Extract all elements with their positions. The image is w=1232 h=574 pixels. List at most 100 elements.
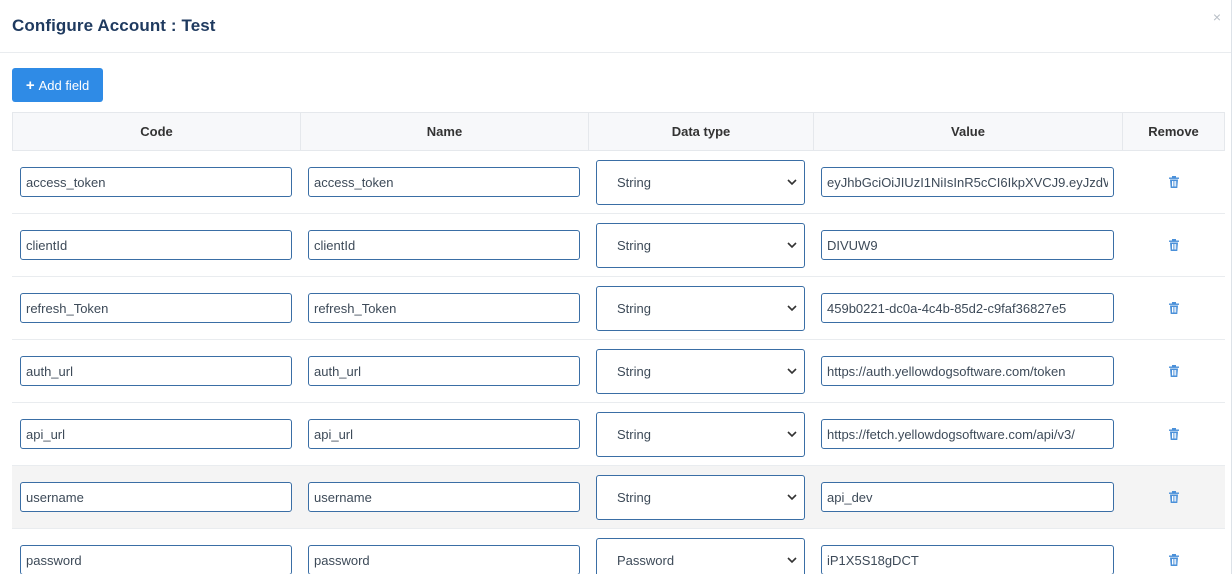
cell-code bbox=[12, 529, 300, 574]
trash-icon[interactable] bbox=[1167, 490, 1181, 504]
cell-name bbox=[300, 403, 588, 465]
code-input[interactable] bbox=[20, 356, 292, 386]
plus-icon: + bbox=[25, 76, 35, 94]
code-input[interactable] bbox=[20, 293, 292, 323]
cell-name bbox=[300, 340, 588, 402]
chevron-down-icon bbox=[787, 493, 797, 500]
cell-data-type: String bbox=[588, 403, 813, 465]
data-type-select[interactable]: Password bbox=[596, 537, 805, 574]
column-header-data-type: Data type bbox=[588, 113, 813, 150]
cell-remove bbox=[1122, 277, 1225, 339]
name-input[interactable] bbox=[308, 230, 580, 260]
chevron-down-icon bbox=[787, 556, 797, 563]
cell-code bbox=[12, 214, 300, 276]
cell-value bbox=[813, 277, 1122, 339]
code-input[interactable] bbox=[20, 167, 292, 197]
cell-value bbox=[813, 214, 1122, 276]
name-input[interactable] bbox=[308, 293, 580, 323]
cell-name bbox=[300, 466, 588, 528]
table-row: String bbox=[12, 214, 1225, 277]
table-row: Password bbox=[12, 529, 1225, 574]
column-header-name: Name bbox=[300, 113, 588, 150]
value-input[interactable] bbox=[821, 545, 1114, 574]
data-type-select[interactable]: String bbox=[596, 222, 805, 268]
trash-icon[interactable] bbox=[1167, 301, 1181, 315]
data-type-selected-value: String bbox=[617, 300, 651, 316]
fields-table: Code Name Data type Value Remove String bbox=[12, 112, 1225, 574]
table-row: String bbox=[12, 403, 1225, 466]
cell-value bbox=[813, 466, 1122, 528]
data-type-selected-value: String bbox=[617, 237, 651, 253]
data-type-select[interactable]: String bbox=[596, 348, 805, 394]
cell-remove bbox=[1122, 466, 1225, 528]
cell-remove bbox=[1122, 340, 1225, 402]
cell-name bbox=[300, 277, 588, 339]
cell-data-type: String bbox=[588, 466, 813, 528]
cell-remove bbox=[1122, 403, 1225, 465]
data-type-select[interactable]: String bbox=[596, 159, 805, 205]
table-row: String bbox=[12, 277, 1225, 340]
value-input[interactable] bbox=[821, 293, 1114, 323]
column-header-remove: Remove bbox=[1122, 113, 1225, 150]
cell-code bbox=[12, 403, 300, 465]
cell-data-type: String bbox=[588, 340, 813, 402]
value-input[interactable] bbox=[821, 419, 1114, 449]
data-type-select[interactable]: String bbox=[596, 474, 805, 520]
table-body: String Str bbox=[12, 151, 1225, 574]
data-type-select[interactable]: String bbox=[596, 285, 805, 331]
cell-name bbox=[300, 151, 588, 213]
cell-data-type: Password bbox=[588, 529, 813, 574]
configure-account-modal: Configure Account : Test × + Add field C… bbox=[0, 0, 1232, 574]
column-header-value: Value bbox=[813, 113, 1122, 150]
name-input[interactable] bbox=[308, 482, 580, 512]
cell-value bbox=[813, 340, 1122, 402]
name-input[interactable] bbox=[308, 356, 580, 386]
add-field-label: Add field bbox=[38, 77, 90, 93]
cell-code bbox=[12, 466, 300, 528]
data-type-select[interactable]: String bbox=[596, 411, 805, 457]
cell-code bbox=[12, 340, 300, 402]
table-row: String bbox=[12, 151, 1225, 214]
column-header-code: Code bbox=[12, 113, 300, 150]
cell-code bbox=[12, 277, 300, 339]
code-input[interactable] bbox=[20, 545, 292, 574]
modal-title: Configure Account : Test bbox=[12, 16, 216, 35]
cell-remove bbox=[1122, 214, 1225, 276]
chevron-down-icon bbox=[787, 430, 797, 437]
add-field-button[interactable]: + Add field bbox=[12, 68, 103, 102]
cell-value bbox=[813, 403, 1122, 465]
trash-icon[interactable] bbox=[1167, 427, 1181, 441]
cell-value bbox=[813, 151, 1122, 213]
data-type-selected-value: String bbox=[617, 174, 651, 190]
cell-remove bbox=[1122, 529, 1225, 574]
value-input[interactable] bbox=[821, 482, 1114, 512]
trash-icon[interactable] bbox=[1167, 553, 1181, 567]
data-type-selected-value: String bbox=[617, 489, 651, 505]
trash-icon[interactable] bbox=[1167, 238, 1181, 252]
data-type-selected-value: String bbox=[617, 363, 651, 379]
chevron-down-icon bbox=[787, 367, 797, 374]
data-type-selected-value: String bbox=[617, 426, 651, 442]
close-icon[interactable]: × bbox=[1213, 10, 1221, 24]
modal-header: Configure Account : Test bbox=[0, 0, 1231, 53]
table-header: Code Name Data type Value Remove bbox=[12, 112, 1225, 151]
cell-data-type: String bbox=[588, 277, 813, 339]
name-input[interactable] bbox=[308, 167, 580, 197]
value-input[interactable] bbox=[821, 356, 1114, 386]
value-input[interactable] bbox=[821, 230, 1114, 260]
value-input[interactable] bbox=[821, 167, 1114, 197]
cell-code bbox=[12, 151, 300, 213]
code-input[interactable] bbox=[20, 419, 292, 449]
code-input[interactable] bbox=[20, 230, 292, 260]
table-row: String bbox=[12, 340, 1225, 403]
chevron-down-icon bbox=[787, 241, 797, 248]
name-input[interactable] bbox=[308, 419, 580, 449]
cell-value bbox=[813, 529, 1122, 574]
data-type-selected-value: Password bbox=[617, 552, 675, 568]
trash-icon[interactable] bbox=[1167, 175, 1181, 189]
name-input[interactable] bbox=[308, 545, 580, 574]
trash-icon[interactable] bbox=[1167, 364, 1181, 378]
cell-data-type: String bbox=[588, 151, 813, 213]
cell-name bbox=[300, 214, 588, 276]
code-input[interactable] bbox=[20, 482, 292, 512]
